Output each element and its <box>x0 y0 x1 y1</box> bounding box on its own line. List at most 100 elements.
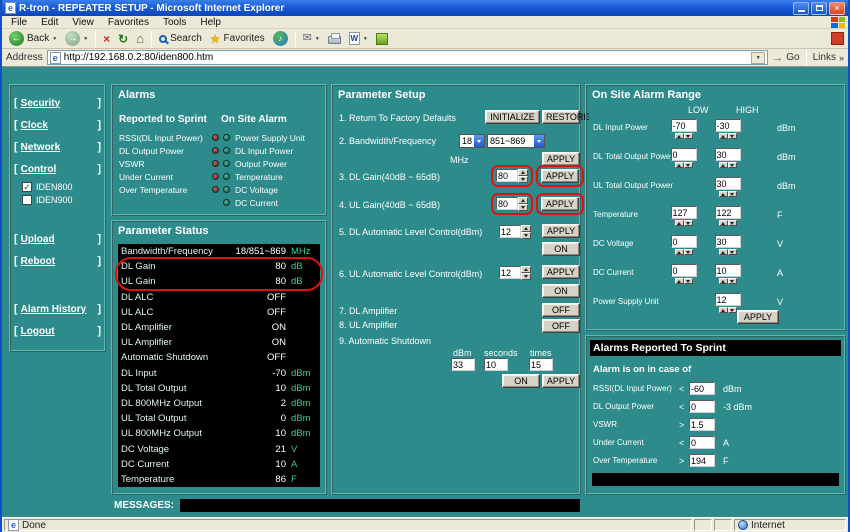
bandwidth-select[interactable]: 18 <box>459 134 485 148</box>
range-low-input[interactable] <box>671 206 697 219</box>
address-input[interactable]: e http://192.168.0.2:80/iden800.htm ▼ <box>47 50 769 65</box>
sidebar-link[interactable]: [ Clock ] <box>11 114 104 136</box>
stop-button[interactable]: × <box>100 32 113 46</box>
spin-up-button[interactable] <box>719 249 728 255</box>
home-button[interactable]: ⌂ <box>133 31 147 46</box>
spin-down-button[interactable] <box>728 191 737 197</box>
dl-amp-off-button[interactable]: OFF <box>542 303 580 317</box>
edit-button[interactable]: W▼ <box>346 31 371 46</box>
menu-item[interactable]: Tools <box>156 17 193 28</box>
refresh-button[interactable]: ↻ <box>115 32 131 46</box>
spin-up-button[interactable] <box>719 307 728 313</box>
spin-down-button[interactable] <box>684 162 693 168</box>
spin-down-button[interactable] <box>728 249 737 255</box>
menu-item[interactable]: Help <box>193 17 228 28</box>
alarm-range-apply-button[interactable]: APPLY <box>737 310 779 324</box>
spin-up-button[interactable] <box>719 191 728 197</box>
sidebar-checkbox[interactable]: IDEN900 <box>11 193 104 206</box>
sprint-threshold-input[interactable] <box>689 400 715 413</box>
menu-item[interactable]: Edit <box>34 17 65 28</box>
spin-down-button[interactable] <box>728 133 737 139</box>
address-dropdown-button[interactable]: ▼ <box>751 52 765 64</box>
sidebar-link[interactable]: [ Alarm History ] <box>11 298 104 320</box>
ul-gain-input[interactable] <box>496 197 518 210</box>
spin-up-button[interactable] <box>518 197 528 204</box>
spin-up-button[interactable] <box>719 133 728 139</box>
shutdown-dbm-input[interactable] <box>451 358 475 371</box>
back-button[interactable]: ← Back ▼ <box>6 30 60 47</box>
spin-up-button[interactable] <box>675 133 684 139</box>
spin-down-button[interactable] <box>518 176 528 183</box>
ul-alc-apply-button[interactable]: APPLY <box>542 265 580 279</box>
sidebar-link[interactable]: [ Upload ] <box>11 228 104 250</box>
spin-down-button[interactable] <box>684 133 693 139</box>
spin-down-button[interactable] <box>518 204 528 211</box>
minimize-button[interactable] <box>793 2 809 15</box>
spin-up-button[interactable] <box>675 220 684 226</box>
sprint-threshold-input[interactable] <box>689 418 715 431</box>
favorites-button[interactable]: ★ Favorites <box>207 32 268 46</box>
spin-up-button[interactable] <box>521 225 531 232</box>
maximize-button[interactable] <box>811 2 827 15</box>
sidebar-link[interactable]: [ Network ] <box>11 136 104 158</box>
spin-down-button[interactable] <box>684 249 693 255</box>
range-high-input[interactable] <box>715 119 741 132</box>
sidebar-link[interactable]: [ Reboot ] <box>11 250 104 272</box>
range-high-input[interactable] <box>715 264 741 277</box>
links-button[interactable]: Links » <box>813 52 844 63</box>
spin-up-button[interactable] <box>675 249 684 255</box>
spin-up-button[interactable] <box>518 169 528 176</box>
ul-alc-input[interactable] <box>499 266 521 279</box>
spin-down-button[interactable] <box>684 278 693 284</box>
mail-button[interactable]: ✉▼ <box>300 32 323 45</box>
spin-up-button[interactable] <box>719 278 728 284</box>
dl-alc-on-button[interactable]: ON <box>542 242 580 256</box>
spin-down-button[interactable] <box>728 220 737 226</box>
range-low-input[interactable] <box>671 119 697 132</box>
ul-alc-on-button[interactable]: ON <box>542 284 580 298</box>
menu-item[interactable]: View <box>65 17 101 28</box>
spin-down-button[interactable] <box>684 220 693 226</box>
media-button[interactable]: ♪ <box>270 30 291 47</box>
sidebar-link[interactable]: [ Control ] <box>11 158 104 180</box>
ul-amp-off-button[interactable]: OFF <box>542 319 580 333</box>
spin-up-button[interactable] <box>719 162 728 168</box>
title-bar[interactable]: e R-tron - REPEATER SETUP - Microsoft In… <box>2 0 848 16</box>
frequency-select[interactable]: 851~869 <box>487 134 545 148</box>
spin-down-button[interactable] <box>728 307 737 313</box>
print-button[interactable] <box>325 32 344 45</box>
shutdown-on-button[interactable]: ON <box>502 374 540 388</box>
spin-up-button[interactable] <box>521 266 531 273</box>
sidebar-checkbox[interactable]: IDEN800 <box>11 180 104 193</box>
close-button[interactable]: × <box>829 2 845 15</box>
dl-alc-apply-button[interactable]: APPLY <box>542 224 580 238</box>
sprint-threshold-input[interactable] <box>689 454 715 467</box>
restore-button[interactable]: RESTORE <box>542 110 580 124</box>
sidebar-link[interactable]: [ Security ] <box>11 92 104 114</box>
range-high-input[interactable] <box>715 177 741 190</box>
spin-up-button[interactable] <box>675 278 684 284</box>
range-low-input[interactable] <box>671 148 697 161</box>
search-button[interactable]: Search <box>156 32 205 45</box>
spin-down-button[interactable] <box>521 273 531 280</box>
messenger-button[interactable] <box>373 32 391 46</box>
dl-gain-input[interactable] <box>496 169 518 182</box>
shutdown-seconds-input[interactable] <box>484 358 508 371</box>
range-high-input[interactable] <box>715 293 741 306</box>
go-button[interactable]: → Go <box>772 52 799 64</box>
dl-gain-apply-button[interactable]: APPLY <box>541 169 579 183</box>
range-high-input[interactable] <box>715 235 741 248</box>
range-high-input[interactable] <box>715 148 741 161</box>
spin-down-button[interactable] <box>728 278 737 284</box>
menu-item[interactable]: Favorites <box>101 17 156 28</box>
range-high-input[interactable] <box>715 206 741 219</box>
sprint-threshold-input[interactable] <box>689 382 715 395</box>
menu-item[interactable]: File <box>4 17 34 28</box>
spin-down-button[interactable] <box>521 232 531 239</box>
sidebar-link[interactable]: [ Logout ] <box>11 320 104 342</box>
bandwidth-apply-button[interactable]: APPLY <box>542 152 580 166</box>
initialize-button[interactable]: INITIALIZE <box>485 110 540 124</box>
range-low-input[interactable] <box>671 235 697 248</box>
shutdown-times-input[interactable] <box>529 358 553 371</box>
dl-alc-input[interactable] <box>499 225 521 238</box>
